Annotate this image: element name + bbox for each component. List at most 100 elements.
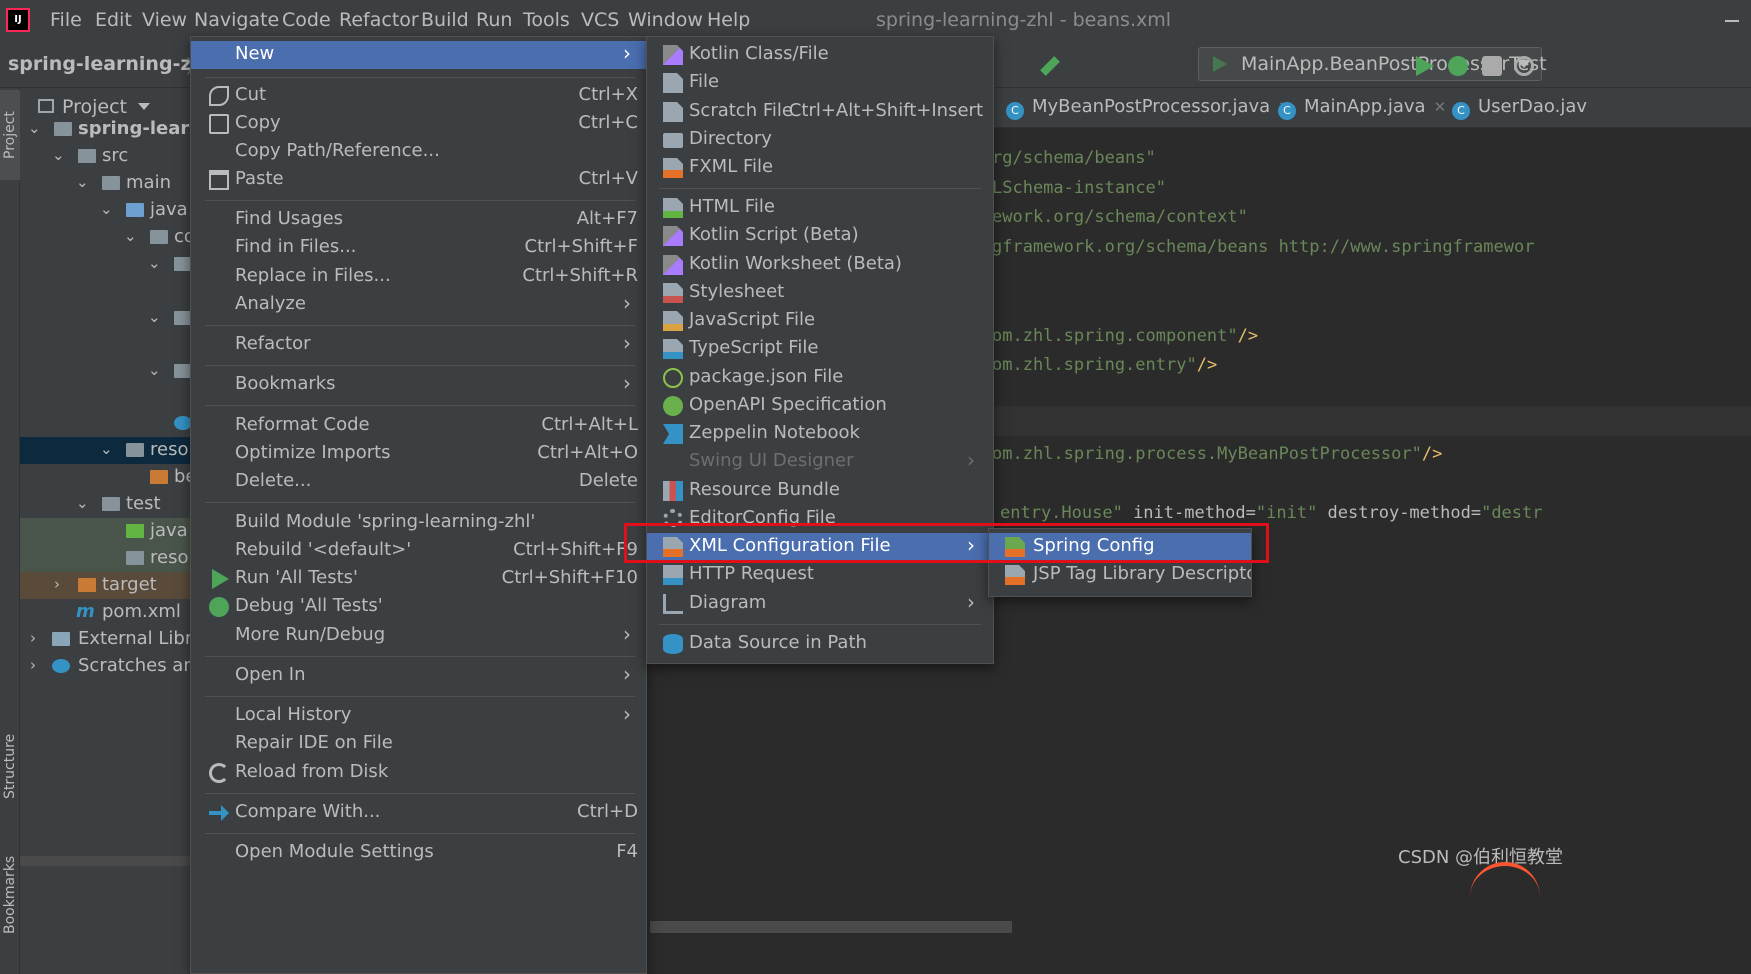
menu-item-build-module[interactable]: Build Module 'spring-learning-zhl' [191, 509, 646, 537]
code-line[interactable]: om.zhl.spring.process.MyBeanPostProcesso… [992, 444, 1442, 464]
code-line[interactable]: entry.House" init-method="init" destroy-… [1000, 503, 1543, 523]
menu-item-data-source[interactable]: Data Source in Path [647, 630, 993, 658]
menu-item-local-history[interactable]: Local History › [191, 702, 646, 730]
menu-build[interactable]: Build [421, 9, 469, 31]
menu-item-diagram[interactable]: Diagram › [647, 590, 993, 618]
menu-item-compare-with[interactable]: Compare With... Ctrl+D [191, 799, 646, 827]
menu-item-javascript[interactable]: JavaScript File [647, 307, 993, 335]
menu-item-reformat[interactable]: Reformat Code Ctrl+Alt+L [191, 412, 646, 440]
tree-item-scratches[interactable]: › Scratches and [20, 653, 190, 680]
menu-item-kotlin-class[interactable]: Kotlin Class/File [647, 41, 993, 69]
tree-item-target[interactable]: › target [20, 572, 190, 599]
scrollbar-thumb[interactable] [650, 921, 1012, 933]
tree-item-main[interactable]: ⌄ main [20, 170, 190, 197]
menu-item-rebuild[interactable]: Rebuild '<default>' Ctrl+Shift+F9 [191, 537, 646, 565]
menu-item-stylesheet[interactable]: Stylesheet [647, 279, 993, 307]
tree-item-package[interactable]: ⌄ co [20, 224, 190, 251]
tree-item-beans-xml[interactable]: be [20, 464, 190, 491]
menu-edit[interactable]: Edit [95, 9, 132, 31]
menu-item-refactor[interactable]: Refactor › [191, 331, 646, 359]
coverage-icon[interactable] [1482, 56, 1502, 76]
code-line[interactable]: rg/schema/beans" [992, 148, 1156, 168]
menu-item-editorconfig[interactable]: EditorConfig File [647, 505, 993, 527]
tree-item-test[interactable]: ⌄ test [20, 491, 190, 518]
menu-item-find-usages[interactable]: Find Usages Alt+F7 [191, 206, 646, 234]
breadcrumb-project[interactable]: spring-learning-zhl [8, 53, 212, 75]
menu-refactor[interactable]: Refactor [339, 9, 419, 31]
menu-item-reload[interactable]: Reload from Disk [191, 759, 646, 787]
tool-tab-structure[interactable]: Structure [0, 716, 20, 816]
tree-item-test-resources[interactable]: resou [20, 545, 190, 572]
close-icon[interactable]: ✕ [1434, 98, 1447, 116]
editor-horizontal-scrollbar[interactable] [650, 921, 1751, 933]
profile-icon[interactable] [1514, 56, 1534, 76]
code-line[interactable]: gframework.org/schema/beans http://www.s… [992, 237, 1534, 257]
tree-item-test-java[interactable]: java [20, 518, 190, 545]
editor-tab[interactable]: C MainApp.java ✕ [1278, 96, 1446, 120]
menu-item-copy-path[interactable]: Copy Path/Reference... [191, 138, 646, 166]
menu-item-openapi[interactable]: OpenAPI Specification [647, 392, 993, 420]
tree-item-subpackage[interactable]: ⌄ [20, 358, 190, 385]
menu-item-http-request[interactable]: HTTP Request [647, 561, 993, 589]
menu-vcs[interactable]: VCS [581, 9, 619, 31]
code-line[interactable]: LSchema-instance" [992, 178, 1166, 198]
menu-item-fxml[interactable]: FXML File [647, 154, 993, 182]
menu-item-cut[interactable]: Cut Ctrl+X [191, 82, 646, 110]
menu-tools[interactable]: Tools [523, 9, 570, 31]
code-line[interactable]: ework.org/schema/context" [992, 207, 1248, 227]
tree-item-java[interactable]: ⌄ java [20, 197, 190, 224]
menu-item-kotlin-worksheet[interactable]: Kotlin Worksheet (Beta) [647, 251, 993, 279]
menu-run[interactable]: Run [476, 9, 512, 31]
tree-item-subpackage[interactable]: ⌄ [20, 305, 190, 332]
menu-item-resource-bundle[interactable]: Resource Bundle [647, 477, 993, 505]
menu-item-html[interactable]: HTML File [647, 194, 993, 222]
menu-item-open-in[interactable]: Open In › [191, 662, 646, 690]
menu-item-analyze[interactable]: Analyze › [191, 291, 646, 319]
tree-item-subpackage[interactable]: ⌄ [20, 251, 190, 278]
menu-item-directory[interactable]: Directory [647, 126, 993, 154]
tree-item-src[interactable]: ⌄ src [20, 143, 190, 170]
menu-item-copy[interactable]: Copy Ctrl+C [191, 110, 646, 138]
build-hammer-icon[interactable] [1040, 56, 1060, 76]
tree-item-class[interactable] [20, 410, 190, 437]
menu-item-spring-config[interactable]: Spring Config [989, 533, 1251, 561]
debug-icon[interactable] [1448, 56, 1468, 76]
tree-item-module[interactable]: ⌄ spring-learnin [20, 116, 190, 143]
menu-item-find-in-files[interactable]: Find in Files... Ctrl+Shift+F [191, 234, 646, 262]
menu-window[interactable]: Window [628, 9, 703, 31]
tree-item-resources[interactable]: ⌄ resou [20, 437, 190, 464]
tree-item-pom[interactable]: m pom.xml [20, 599, 190, 626]
menu-item-zeppelin[interactable]: Zeppelin Notebook [647, 420, 993, 448]
menu-item-optimize-imports[interactable]: Optimize Imports Ctrl+Alt+O [191, 440, 646, 468]
menu-item-repair-ide[interactable]: Repair IDE on File [191, 730, 646, 758]
code-line[interactable]: om.zhl.spring.entry"/> [992, 355, 1217, 375]
editor-tab[interactable]: C UserDao.jav [1452, 96, 1587, 120]
menu-item-replace-in-files[interactable]: Replace in Files... Ctrl+Shift+R [191, 263, 646, 291]
menu-item-more-run-debug[interactable]: More Run/Debug › [191, 622, 646, 650]
menu-item-bookmarks[interactable]: Bookmarks › [191, 371, 646, 399]
menu-item-paste[interactable]: Paste Ctrl+V [191, 166, 646, 194]
menu-item-file[interactable]: File [647, 69, 993, 97]
menu-item-xml-configuration[interactable]: XML Configuration File › [647, 533, 993, 561]
menu-item-package-json[interactable]: package.json File [647, 364, 993, 392]
tool-tab-bookmarks[interactable]: Bookmarks [0, 840, 20, 950]
menu-item-new[interactable]: New › [191, 41, 646, 69]
menu-item-jsp-tld[interactable]: JSP Tag Library Descriptor [989, 561, 1251, 589]
menu-file[interactable]: File [50, 9, 82, 31]
editor-tab[interactable]: CMyBeanPostProcessor.java✕ [1006, 96, 1291, 120]
menu-item-scratch-file[interactable]: Scratch File Ctrl+Alt+Shift+Insert [647, 98, 993, 126]
minimize-icon[interactable] [1725, 20, 1739, 22]
menu-item-delete[interactable]: Delete... Delete [191, 468, 646, 496]
menu-view[interactable]: View [142, 9, 187, 31]
menu-item-typescript[interactable]: TypeScript File [647, 335, 993, 363]
menu-item-run-tests[interactable]: Run 'All Tests' Ctrl+Shift+F10 [191, 565, 646, 593]
tool-tab-project[interactable]: Project [0, 90, 20, 180]
menu-navigate[interactable]: Navigate [194, 9, 279, 31]
tree-item-external-libraries[interactable]: › External Librar [20, 626, 190, 653]
menu-item-module-settings[interactable]: Open Module Settings F4 [191, 839, 646, 867]
menu-item-kotlin-script[interactable]: Kotlin Script (Beta) [647, 222, 993, 250]
menu-help[interactable]: Help [707, 9, 750, 31]
menu-item-debug-tests[interactable]: Debug 'All Tests' [191, 593, 646, 621]
code-line[interactable]: om.zhl.spring.component"/> [992, 326, 1258, 346]
horizontal-scrollbar[interactable] [20, 856, 190, 866]
